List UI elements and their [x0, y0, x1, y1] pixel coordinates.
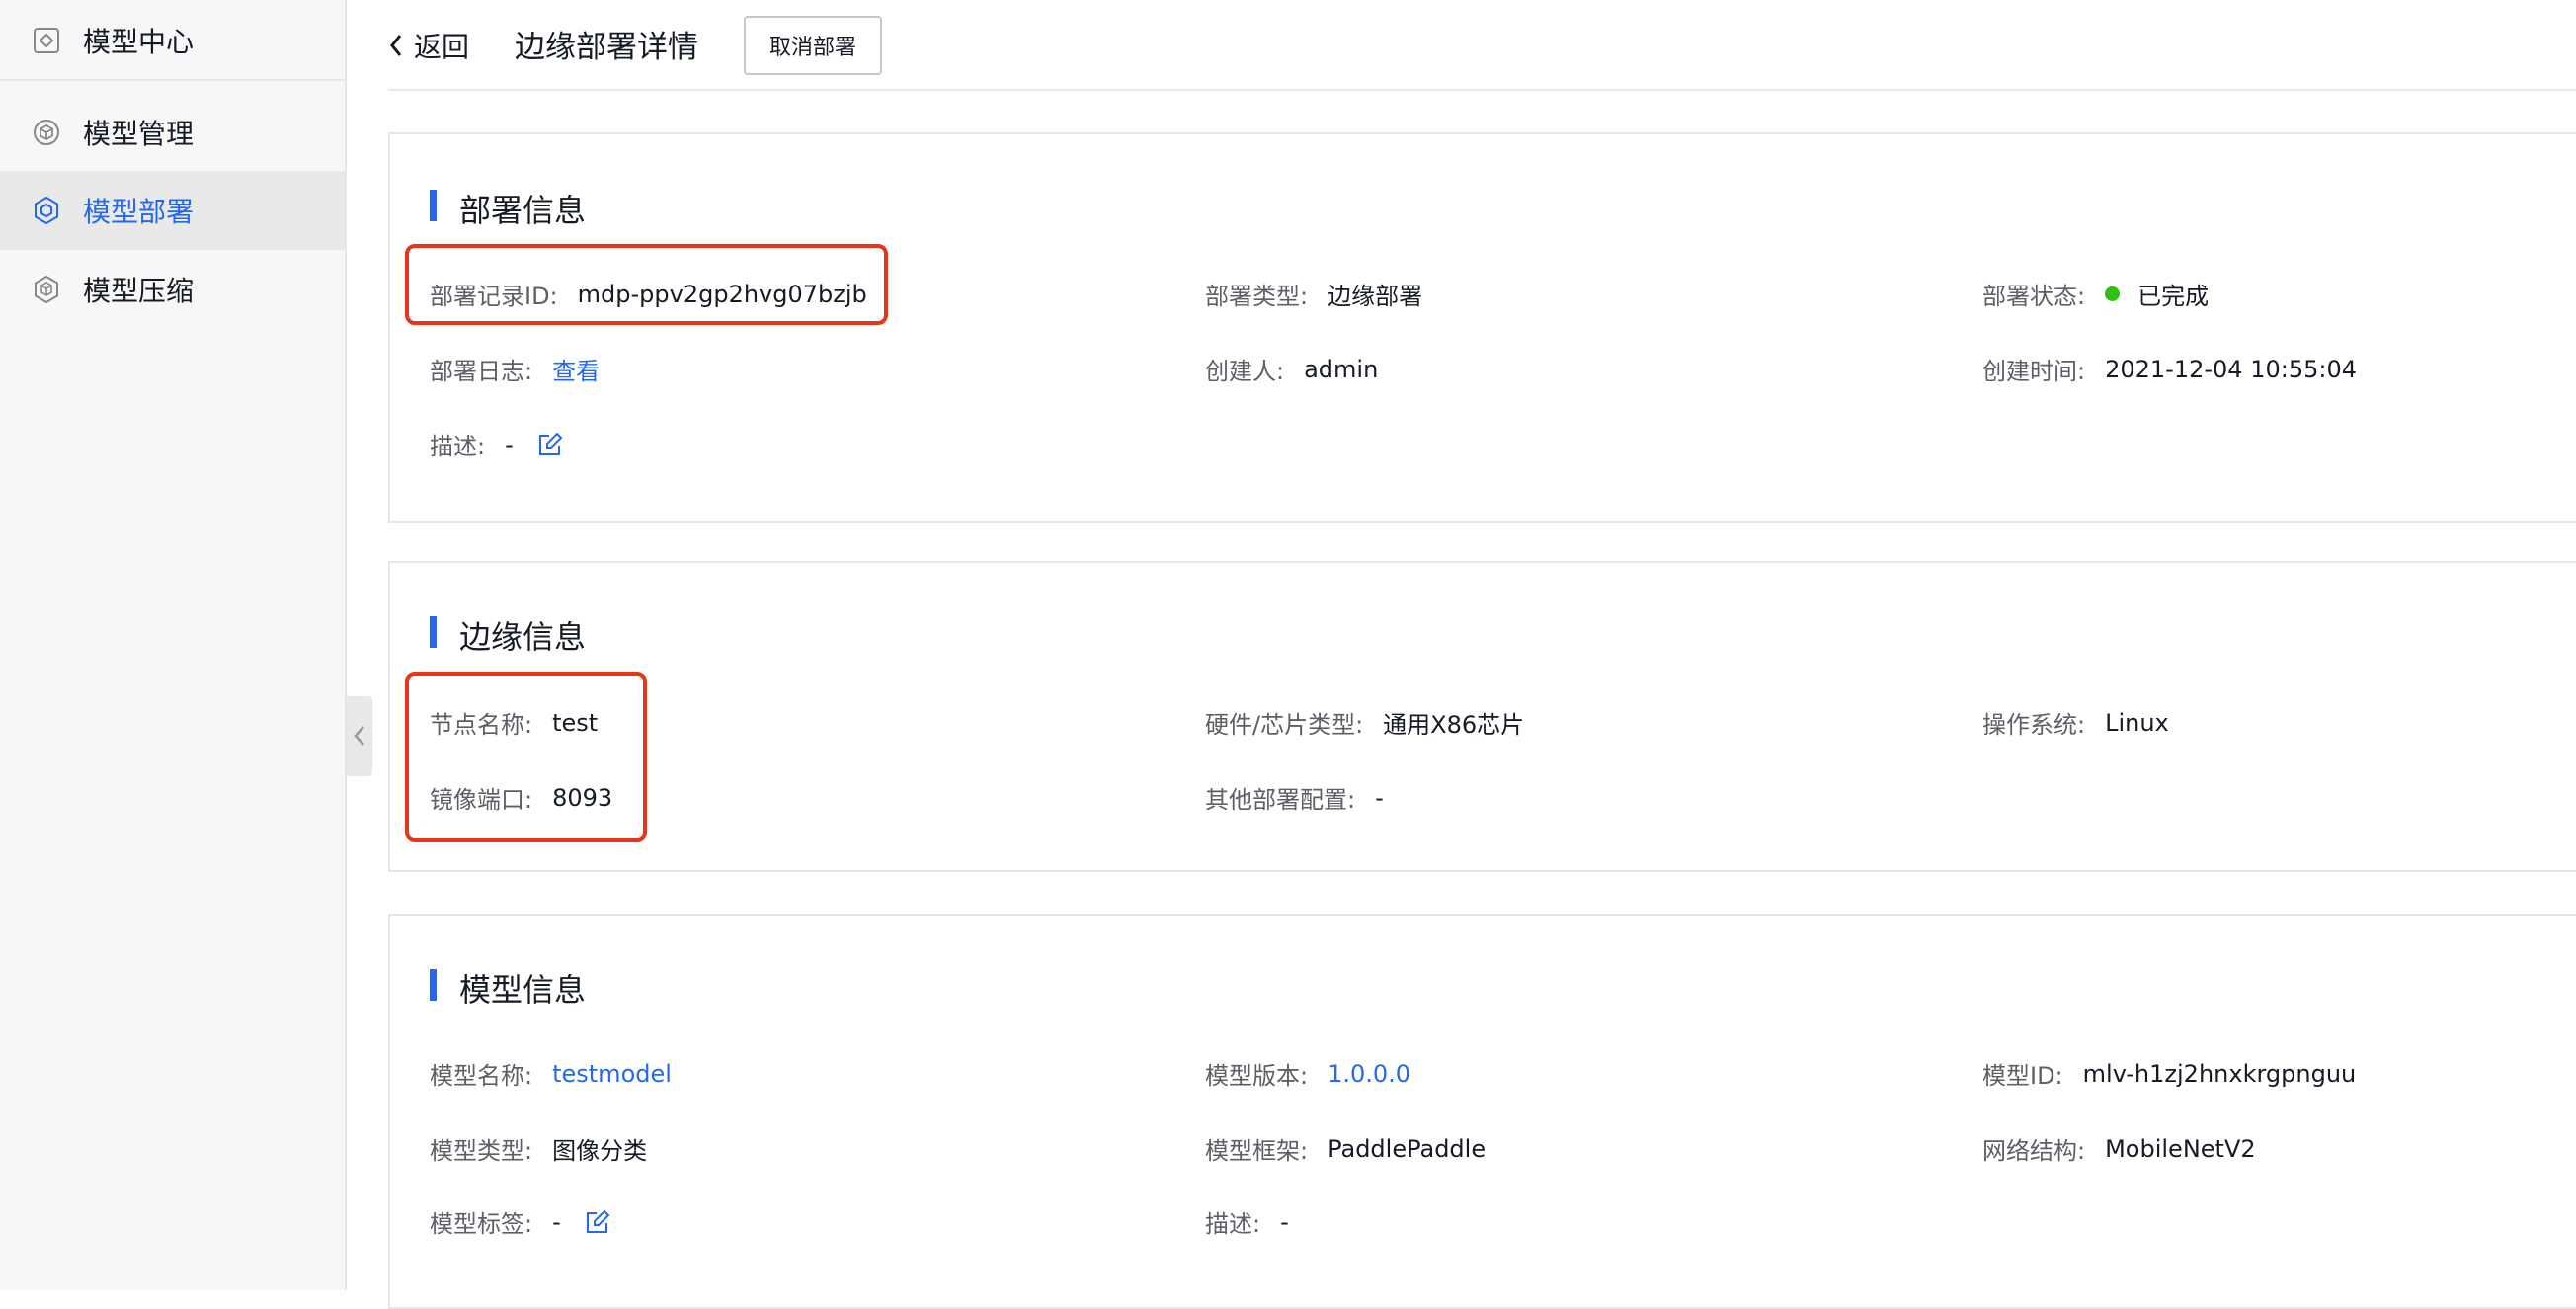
field-label: 部署类型: — [1205, 283, 1309, 310]
cancel-deploy-button[interactable]: 取消部署 — [744, 16, 882, 75]
model-tags-value: - — [552, 1207, 561, 1236]
status-badge: 已完成 — [2137, 283, 2210, 310]
creator-field: 创建人: admin — [1205, 352, 1378, 386]
hexagon-icon — [32, 196, 61, 225]
creator-value: admin — [1304, 355, 1379, 383]
deploy-type-field: 部署类型: 边缘部署 — [1205, 277, 1422, 311]
page-title: 边缘部署详情 — [515, 30, 698, 65]
model-center-icon — [32, 26, 61, 55]
model-id-field: 模型ID: mlv-h1zj2hnxkrgpnguu — [1982, 1056, 2356, 1091]
field-label: 模型版本: — [1205, 1062, 1309, 1090]
deploy-type-value: 边缘部署 — [1328, 283, 1423, 310]
model-name-link[interactable]: testmodel — [552, 1060, 672, 1088]
node-name-value: test — [552, 708, 599, 737]
sidebar-item-label: 模型部署 — [83, 196, 195, 228]
network-structure-value: MobileNetV2 — [2105, 1134, 2256, 1163]
chevron-left-icon — [354, 726, 364, 746]
back-label: 返回 — [414, 31, 470, 63]
page-header: 返回 边缘部署详情 取消部署 — [388, 0, 2576, 91]
record-id-field: 部署记录ID: mdp-ppv2gp2hvg07bzjb — [430, 277, 867, 311]
field-label: 其他部署配置: — [1205, 786, 1356, 814]
field-label: 描述: — [1205, 1210, 1261, 1238]
field-label: 操作系统: — [1982, 711, 2086, 739]
network-structure-field: 网络结构: MobileNetV2 — [1982, 1131, 2256, 1166]
os-field: 操作系统: Linux — [1982, 705, 2169, 740]
model-id-value: mlv-h1zj2hnxkrgpnguu — [2082, 1059, 2357, 1088]
edge-info-card: 边缘信息 节点名称: test 硬件/芯片类型: 通用X86芯片 操作系统: L… — [388, 561, 2576, 872]
record-id-value: mdp-ppv2gp2hvg07bzjb — [577, 280, 867, 308]
edit-icon[interactable] — [585, 1209, 610, 1235]
field-label: 镜像端口: — [430, 786, 533, 814]
field-label: 模型ID: — [1982, 1062, 2063, 1090]
image-port-field: 镜像端口: 8093 — [430, 780, 612, 815]
field-label: 部署记录ID: — [430, 283, 558, 310]
model-framework-field: 模型框架: PaddlePaddle — [1205, 1131, 1486, 1166]
sidebar-collapse-toggle[interactable] — [347, 696, 372, 776]
sidebar: 模型中心 模型管理 模型部署 模型压缩 — [0, 0, 347, 1290]
section-title: 边缘信息 — [430, 613, 586, 658]
deploy-info-card: 部署信息 部署记录ID: mdp-ppv2gp2hvg07bzjb 部署类型: … — [388, 132, 2576, 523]
field-label: 模型标签: — [430, 1210, 533, 1238]
cube-icon — [32, 118, 61, 147]
model-framework-value: PaddlePaddle — [1328, 1134, 1487, 1163]
section-title: 模型信息 — [430, 965, 586, 1011]
model-tags-field: 模型标签: - — [430, 1204, 610, 1239]
model-version-link[interactable]: 1.0.0.0 — [1328, 1060, 1410, 1088]
model-type-value: 图像分类 — [552, 1137, 648, 1165]
sidebar-item-model-deploy[interactable]: 模型部署 — [0, 171, 345, 250]
field-label: 模型名称: — [430, 1062, 533, 1090]
field-label: 创建人: — [1205, 358, 1285, 385]
section-title: 部署信息 — [430, 186, 586, 231]
created-time-value: 2021-12-04 10:55:04 — [2105, 355, 2357, 383]
field-label: 硬件/芯片类型: — [1205, 711, 1364, 739]
hardware-type-field: 硬件/芯片类型: 通用X86芯片 — [1205, 705, 1524, 740]
view-log-link[interactable]: 查看 — [552, 352, 600, 386]
status-dot-icon — [2105, 286, 2121, 301]
image-port-value: 8093 — [552, 783, 613, 812]
field-label: 部署状态: — [1982, 283, 2086, 310]
model-description-value: - — [1280, 1207, 1289, 1236]
sidebar-item-label: 模型管理 — [83, 118, 195, 150]
sidebar-item-label: 模型压缩 — [83, 275, 195, 307]
back-button[interactable]: 返回 — [388, 24, 469, 67]
field-label: 网络结构: — [1982, 1137, 2086, 1165]
other-config-field: 其他部署配置: - — [1205, 780, 1384, 815]
other-config-value: - — [1375, 783, 1384, 812]
compress-cube-icon — [32, 275, 61, 304]
model-name-field: 模型名称: testmodel — [430, 1056, 672, 1091]
model-description-field: 描述: - — [1205, 1204, 1289, 1239]
sidebar-header-model-center[interactable]: 模型中心 — [0, 2, 345, 81]
model-info-card: 模型信息 模型名称: testmodel 模型版本: 1.0.0.0 模型ID:… — [388, 914, 2576, 1309]
deploy-log-field: 部署日志: 查看 — [430, 352, 600, 386]
field-label: 模型类型: — [430, 1137, 533, 1165]
field-label: 描述: — [430, 433, 486, 460]
field-label: 节点名称: — [430, 711, 533, 739]
model-version-field: 模型版本: 1.0.0.0 — [1205, 1056, 1410, 1091]
field-label: 创建时间: — [1982, 358, 2086, 385]
sidebar-header-label: 模型中心 — [83, 26, 195, 58]
sidebar-item-model-compress[interactable]: 模型压缩 — [0, 250, 345, 329]
chevron-left-icon — [390, 35, 402, 56]
model-type-field: 模型类型: 图像分类 — [430, 1131, 647, 1166]
description-field: 描述: - — [430, 427, 563, 461]
description-value: - — [505, 430, 514, 458]
edit-icon[interactable] — [537, 432, 563, 457]
sidebar-item-model-management[interactable]: 模型管理 — [0, 93, 345, 172]
os-value: Linux — [2105, 708, 2169, 737]
hardware-type-value: 通用X86芯片 — [1383, 711, 1525, 739]
node-name-field: 节点名称: test — [430, 705, 598, 740]
deploy-status-field: 部署状态: 已完成 — [1982, 277, 2209, 311]
field-label: 模型框架: — [1205, 1137, 1309, 1165]
field-label: 部署日志: — [430, 358, 533, 385]
created-time-field: 创建时间: 2021-12-04 10:55:04 — [1982, 352, 2357, 386]
